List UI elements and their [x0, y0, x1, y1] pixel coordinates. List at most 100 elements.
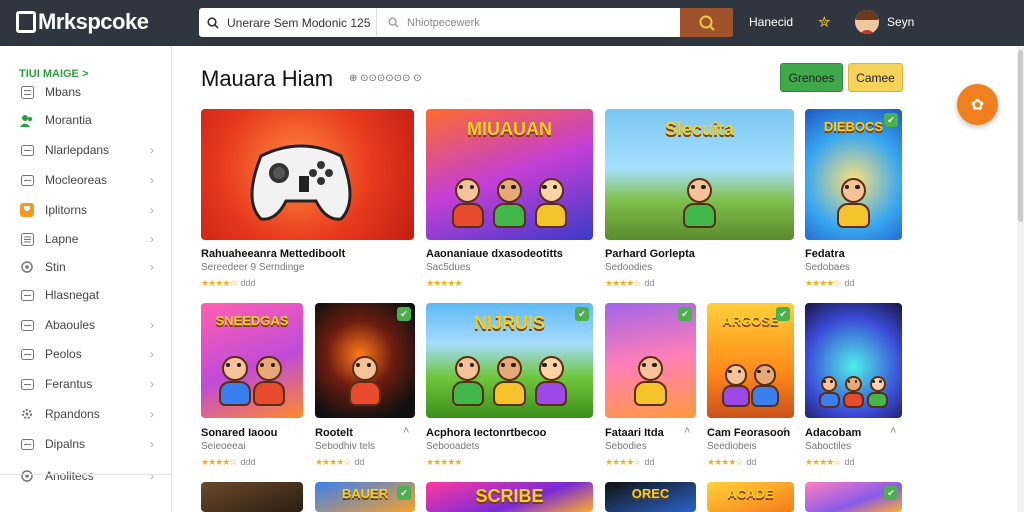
- header-link[interactable]: Hanecid: [749, 15, 793, 29]
- game-subtitle: Sedobaes: [805, 262, 851, 273]
- sidebar-item[interactable]: Hlasnegat: [0, 281, 171, 309]
- sidebar-item[interactable]: Morantia: [0, 106, 171, 134]
- sidebar-item[interactable]: Peolos ›: [0, 340, 171, 368]
- box-icon: [20, 173, 34, 187]
- game-thumbnail[interactable]: [201, 482, 303, 512]
- box-icon: [20, 437, 34, 451]
- chevron-up-icon[interactable]: ˄: [684, 425, 690, 437]
- game-subtitle: Sebooadets: [426, 441, 480, 452]
- game-title[interactable]: Adacobam: [805, 427, 861, 439]
- game-art-title: NIJRUIS: [473, 313, 545, 333]
- sidebar-item[interactable]: Iplitorns ›: [0, 196, 171, 224]
- game-thumbnail[interactable]: ✔: [315, 303, 415, 418]
- star-rating: ★★★★☆ ddd: [201, 457, 255, 468]
- chevron-right-icon: ›: [150, 469, 154, 483]
- sidebar-item-label: Rpandons: [45, 407, 100, 421]
- game-thumbnail[interactable]: ARGOSE ✔: [707, 303, 794, 418]
- chevron-right-icon: ›: [150, 318, 154, 332]
- game-title[interactable]: Fataari Itda: [605, 427, 664, 439]
- sidebar-item[interactable]: Lapne ›: [0, 225, 171, 253]
- search-placeholder: Nhiotpecewerk: [407, 16, 480, 29]
- sidebar-item[interactable]: Abaoules ›: [0, 311, 171, 339]
- game-title[interactable]: Acphora Iectonrtbecoo: [426, 427, 546, 439]
- game-thumbnail[interactable]: [201, 109, 414, 240]
- app-logo[interactable]: Mrkspcoke: [16, 9, 149, 35]
- secondary-button[interactable]: Camee: [848, 63, 903, 92]
- chevron-up-icon[interactable]: ˄: [782, 425, 788, 437]
- sidebar-item-label: Ferantus: [45, 377, 93, 391]
- sidebar-item[interactable]: Mocleoreas ›: [0, 166, 171, 194]
- sidebar-item[interactable]: Stin ›: [0, 253, 171, 281]
- game-title[interactable]: Rahuaheeanra Mettediboolt: [201, 248, 345, 260]
- game-title[interactable]: Parhard Gorlepta: [605, 248, 695, 260]
- chevron-right-icon: ›: [150, 377, 154, 391]
- scrollbar-thumb[interactable]: [1018, 50, 1023, 222]
- scrollbar[interactable]: [1017, 46, 1024, 512]
- logo-mark-icon: [16, 11, 36, 33]
- chevron-right-icon: ›: [150, 347, 154, 361]
- check-badge-icon: ✔: [776, 307, 790, 321]
- primary-button[interactable]: Grenoes: [780, 63, 843, 92]
- game-thumbnail[interactable]: [805, 303, 902, 418]
- search-button[interactable]: [680, 8, 733, 37]
- stars-icon: ★★★★☆: [707, 457, 743, 467]
- search-category-input[interactable]: Unerare Sem Modonic 125: [199, 8, 377, 37]
- game-thumbnail[interactable]: ACADE: [707, 482, 794, 512]
- game-title[interactable]: Aaonaniaue dxasodeotitts: [426, 248, 563, 260]
- settings-icon: [20, 469, 34, 483]
- stars-icon: ★★★★☆: [805, 278, 841, 288]
- star-icon[interactable]: ✮: [818, 13, 831, 31]
- chevron-up-icon[interactable]: ˄: [890, 425, 896, 437]
- check-badge-icon: ✔: [575, 307, 589, 321]
- list-icon: [20, 232, 34, 246]
- game-subtitle: Sebodhiv tels: [315, 441, 376, 452]
- game-thumbnail[interactable]: OREC: [605, 482, 696, 512]
- game-thumbnail[interactable]: Slecuita: [605, 109, 794, 240]
- chevron-right-icon: ›: [150, 437, 154, 451]
- game-art-title: SCRIBE: [475, 486, 544, 506]
- game-thumbnail[interactable]: MIUAUAN: [426, 109, 593, 240]
- sidebar-item[interactable]: Dipalns ›: [0, 430, 171, 458]
- gear-icon: [20, 407, 34, 421]
- sidebar-item[interactable]: Anolitecs ›: [0, 462, 171, 490]
- game-title[interactable]: Sonared Iaoou: [201, 427, 277, 439]
- game-thumbnail[interactable]: SNEEDGAS: [201, 303, 303, 418]
- game-subtitle: Seieoeeai: [201, 441, 246, 452]
- game-thumbnail[interactable]: BAUER ✔: [315, 482, 415, 512]
- search-input[interactable]: Nhiotpecewerk: [378, 8, 680, 37]
- chevron-up-icon[interactable]: ˄: [403, 425, 409, 437]
- game-thumbnail[interactable]: DIEBOCS ✔: [805, 109, 902, 240]
- game-thumbnail[interactable]: SCRIBE: [426, 482, 593, 512]
- sidebar-item-label: Morantia: [45, 113, 92, 127]
- user-name[interactable]: Seyn: [887, 15, 914, 29]
- sidebar-item[interactable]: Mbans: [0, 78, 171, 106]
- sidebar-item[interactable]: Ferantus ›: [0, 370, 171, 398]
- game-thumbnail[interactable]: ✔: [605, 303, 696, 418]
- check-badge-icon: ✔: [884, 486, 898, 500]
- game-title[interactable]: Fedatra: [805, 248, 845, 260]
- game-art-title: MIUAUAN: [467, 119, 552, 139]
- game-subtitle: Seediobeis: [707, 441, 757, 452]
- rating-count: dd: [644, 278, 655, 288]
- sidebar-item-label: Hlasnegat: [45, 288, 100, 302]
- rating-count: ddd: [240, 278, 256, 288]
- search-icon: [207, 16, 219, 29]
- game-thumbnail[interactable]: ✔: [805, 482, 902, 512]
- sidebar-item[interactable]: Nlarlepdans ›: [0, 136, 171, 164]
- star-rating: ★★★★☆ dd: [605, 457, 654, 468]
- game-title[interactable]: Cam Feorasoon: [707, 427, 790, 439]
- check-badge-icon: ✔: [884, 113, 898, 127]
- sidebar-item-label: Stin: [45, 260, 66, 274]
- search-category-text: Unerare Sem Modonic 125: [227, 15, 371, 30]
- floating-action-button[interactable]: ✿: [957, 84, 998, 125]
- sidebar-item[interactable]: Rpandons ›: [0, 400, 171, 428]
- sidebar-item-label: Mocleoreas: [45, 173, 108, 187]
- game-title[interactable]: Rootelt: [315, 427, 353, 439]
- stars-icon: ★★★★★: [426, 278, 462, 288]
- game-thumbnail[interactable]: NIJRUIS ✔: [426, 303, 593, 418]
- stars-icon: ★★★★☆: [805, 457, 841, 467]
- logo-text: Mrkspcoke: [38, 9, 149, 34]
- grid-icon: [20, 85, 34, 99]
- star-rating: ★★★★★: [426, 278, 465, 289]
- avatar[interactable]: [855, 10, 879, 34]
